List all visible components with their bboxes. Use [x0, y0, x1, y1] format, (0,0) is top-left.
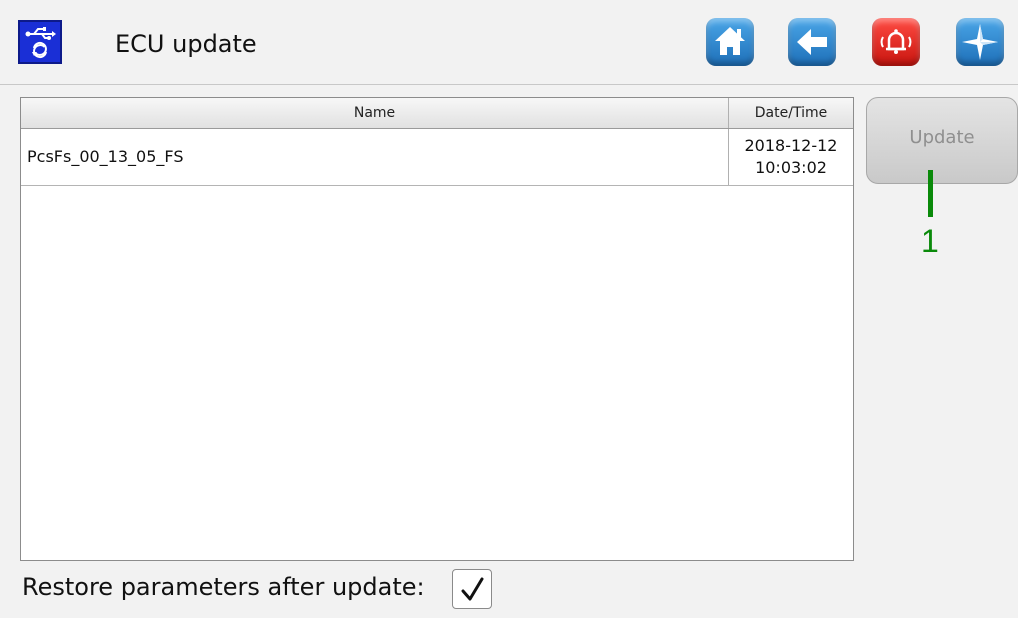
file-time: 10:03:02: [755, 158, 827, 177]
column-header-date-time[interactable]: Date/Time: [729, 98, 853, 128]
home-icon: [715, 27, 745, 55]
arrow-left-icon: [797, 29, 827, 55]
table-row[interactable]: PcsFs_00_13_05_FS 2018-12-12 10:03:02: [21, 129, 853, 186]
ecu-update-screen: ECU update Name Date/Time PcsFs_00_13_05…: [0, 0, 1018, 618]
page-title: ECU update: [115, 30, 257, 58]
compass-star-icon: [962, 24, 998, 60]
file-table: Name Date/Time PcsFs_00_13_05_FS 2018-12…: [20, 97, 854, 561]
callout-line: [928, 170, 933, 217]
home-button[interactable]: [706, 18, 754, 66]
restore-parameters-checkbox[interactable]: [452, 569, 492, 609]
usb-update-icon: [18, 20, 62, 64]
file-date: 2018-12-12: [744, 136, 838, 155]
table-header: Name Date/Time: [21, 98, 853, 129]
back-button[interactable]: [788, 18, 836, 66]
alarm-bell-icon: [880, 29, 912, 54]
file-name-cell: PcsFs_00_13_05_FS: [27, 147, 184, 166]
header-bar: ECU update: [0, 0, 1018, 85]
navigation-button[interactable]: [956, 18, 1004, 66]
checkmark-icon: [461, 577, 484, 601]
update-button[interactable]: Update: [866, 97, 1018, 184]
file-date-time-cell: 2018-12-12 10:03:02: [729, 135, 853, 179]
column-header-name[interactable]: Name: [21, 98, 729, 128]
alarm-button[interactable]: [872, 18, 920, 66]
restore-parameters-label: Restore parameters after update:: [22, 573, 425, 601]
callout-label: 1: [921, 223, 939, 259]
